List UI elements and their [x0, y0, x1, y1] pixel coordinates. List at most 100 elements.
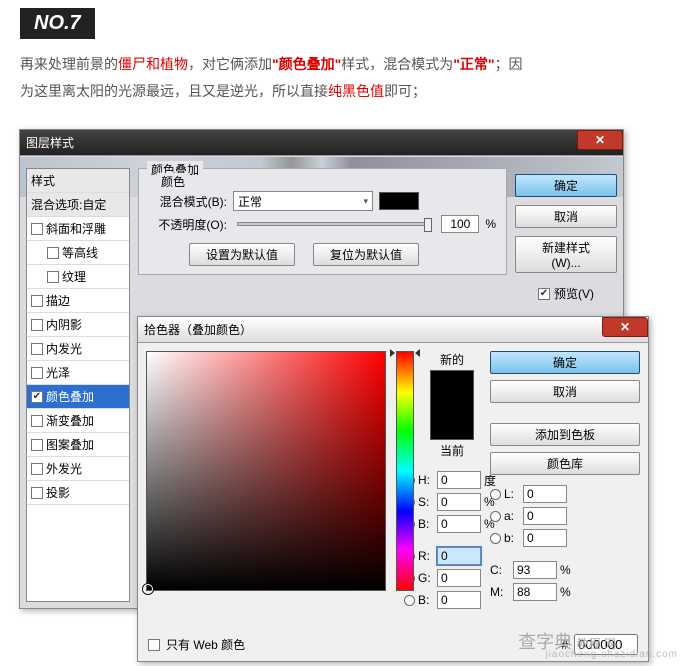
- hue-pointer-icon: [390, 349, 395, 357]
- style-item-contour[interactable]: 等高线: [27, 241, 129, 265]
- para-text-red: 纯黑色值: [328, 83, 384, 99]
- radio-l[interactable]: [490, 489, 501, 500]
- opacity-slider[interactable]: [237, 222, 431, 226]
- close-button[interactable]: ✕: [577, 130, 623, 150]
- style-label: 渐变叠加: [46, 412, 94, 429]
- color-lib-button[interactable]: 颜色库: [490, 452, 640, 475]
- blend-options-row[interactable]: 混合选项:自定: [27, 193, 129, 217]
- style-label: 外发光: [46, 460, 82, 477]
- checkbox-icon[interactable]: [31, 487, 43, 499]
- radio-bch[interactable]: [404, 595, 415, 606]
- checkbox-icon[interactable]: [31, 295, 43, 307]
- h-label: H:: [418, 473, 434, 487]
- blend-mode-value: 正常: [238, 193, 262, 210]
- titlebar[interactable]: 拾色器（叠加颜色） ✕: [138, 317, 648, 343]
- sv-cursor-icon: [143, 584, 153, 594]
- checkbox-icon[interactable]: [47, 247, 59, 259]
- style-item-satin[interactable]: 光泽: [27, 361, 129, 385]
- picker-ok-button[interactable]: 确定: [490, 351, 640, 374]
- slider-thumb[interactable]: [424, 218, 432, 232]
- checkbox-icon[interactable]: [31, 343, 43, 355]
- blend-mode-label: 混合模式(B):: [149, 193, 227, 210]
- picker-cancel-button[interactable]: 取消: [490, 380, 640, 403]
- styles-list: 样式 混合选项:自定 斜面和浮雕 等高线 纹理 描边 内阴影 内发光 光泽 颜色…: [26, 168, 130, 602]
- checkbox-icon[interactable]: [47, 271, 59, 283]
- para-text: 再来处理前景的: [20, 56, 118, 72]
- new-style-button[interactable]: 新建样式(W)...: [515, 236, 617, 273]
- set-default-button[interactable]: 设置为默认值: [189, 243, 295, 266]
- para-text: 样式，混合模式为: [341, 56, 453, 72]
- bch-input[interactable]: [437, 591, 481, 609]
- checkbox-icon[interactable]: [31, 367, 43, 379]
- web-only-label: 只有 Web 颜色: [166, 636, 245, 653]
- new-color-half: [431, 371, 473, 405]
- s-input[interactable]: [437, 493, 481, 511]
- b-input[interactable]: [437, 515, 481, 533]
- style-label: 内发光: [46, 340, 82, 357]
- radio-a[interactable]: [490, 511, 501, 522]
- l-input[interactable]: [523, 485, 567, 503]
- checkbox-icon[interactable]: [31, 319, 43, 331]
- radio-lab-b[interactable]: [490, 533, 501, 544]
- blend-mode-select[interactable]: 正常 ▾: [233, 191, 373, 211]
- checkbox-icon[interactable]: [31, 463, 43, 475]
- h-input[interactable]: [437, 471, 481, 489]
- g-input[interactable]: [437, 569, 481, 587]
- lab-b-input[interactable]: [523, 529, 567, 547]
- hue-pointer-icon: [415, 349, 420, 357]
- style-label: 光泽: [46, 364, 70, 381]
- unit-pct: %: [560, 563, 576, 577]
- new-current-swatch[interactable]: [430, 370, 474, 440]
- m-input[interactable]: [513, 583, 557, 601]
- style-item-outer-glow[interactable]: 外发光: [27, 457, 129, 481]
- titlebar[interactable]: 图层样式 ✕: [20, 130, 623, 156]
- description-paragraph: 再来处理前景的僵尸和植物，对它俩添加"颜色叠加"样式，混合模式为"正常"；因 为…: [20, 51, 674, 104]
- hex-input[interactable]: [574, 634, 638, 655]
- color-subgroup: 颜色 混合模式(B): 正常 ▾ 不透明度(O):: [149, 181, 496, 266]
- style-label: 等高线: [62, 244, 98, 261]
- style-item-gradient-overlay[interactable]: 渐变叠加: [27, 409, 129, 433]
- m-label: M:: [490, 585, 510, 599]
- c-input[interactable]: [513, 561, 557, 579]
- style-item-drop-shadow[interactable]: 投影: [27, 481, 129, 505]
- checkbox-icon[interactable]: [31, 391, 43, 403]
- style-item-inner-glow[interactable]: 内发光: [27, 337, 129, 361]
- preview-checkbox[interactable]: [538, 288, 550, 300]
- r-label: R:: [418, 549, 434, 563]
- style-item-bevel[interactable]: 斜面和浮雕: [27, 217, 129, 241]
- window-title: 拾色器（叠加颜色）: [144, 321, 252, 338]
- current-color-half: [431, 405, 473, 439]
- hue-slider[interactable]: [396, 351, 414, 591]
- a-input[interactable]: [523, 507, 567, 525]
- style-item-color-overlay[interactable]: 颜色叠加: [27, 385, 129, 409]
- checkbox-icon[interactable]: [31, 415, 43, 427]
- close-button[interactable]: ✕: [602, 317, 648, 337]
- style-label: 内阴影: [46, 316, 82, 333]
- para-text: 为这里离太阳的光源最远，且又是逆光，所以直接: [20, 83, 328, 99]
- style-item-stroke[interactable]: 描边: [27, 289, 129, 313]
- reset-default-button[interactable]: 复位为默认值: [313, 243, 419, 266]
- para-text-red: "正常": [453, 56, 494, 72]
- opacity-unit: %: [485, 217, 496, 231]
- opacity-input[interactable]: [441, 215, 479, 233]
- l-label: L:: [504, 487, 520, 501]
- checkbox-icon[interactable]: [31, 223, 43, 235]
- subgroup-legend: 颜色: [157, 173, 189, 190]
- lab-b-label: b:: [504, 531, 520, 545]
- add-swatch-button[interactable]: 添加到色板: [490, 423, 640, 446]
- r-input[interactable]: [437, 547, 481, 565]
- para-text: 即可；: [384, 83, 426, 99]
- style-item-pattern-overlay[interactable]: 图案叠加: [27, 433, 129, 457]
- saturation-value-field[interactable]: [146, 351, 386, 591]
- styles-header[interactable]: 样式: [27, 169, 129, 193]
- style-item-texture[interactable]: 纹理: [27, 265, 129, 289]
- para-text: ；因: [495, 56, 523, 72]
- overlay-color-swatch[interactable]: [379, 192, 419, 210]
- checkbox-icon[interactable]: [31, 439, 43, 451]
- opacity-label: 不透明度(O):: [149, 216, 227, 233]
- web-only-checkbox[interactable]: [148, 639, 160, 651]
- style-item-inner-shadow[interactable]: 内阴影: [27, 313, 129, 337]
- ok-button[interactable]: 确定: [515, 174, 617, 197]
- cancel-button[interactable]: 取消: [515, 205, 617, 228]
- unit-pct: %: [560, 585, 576, 599]
